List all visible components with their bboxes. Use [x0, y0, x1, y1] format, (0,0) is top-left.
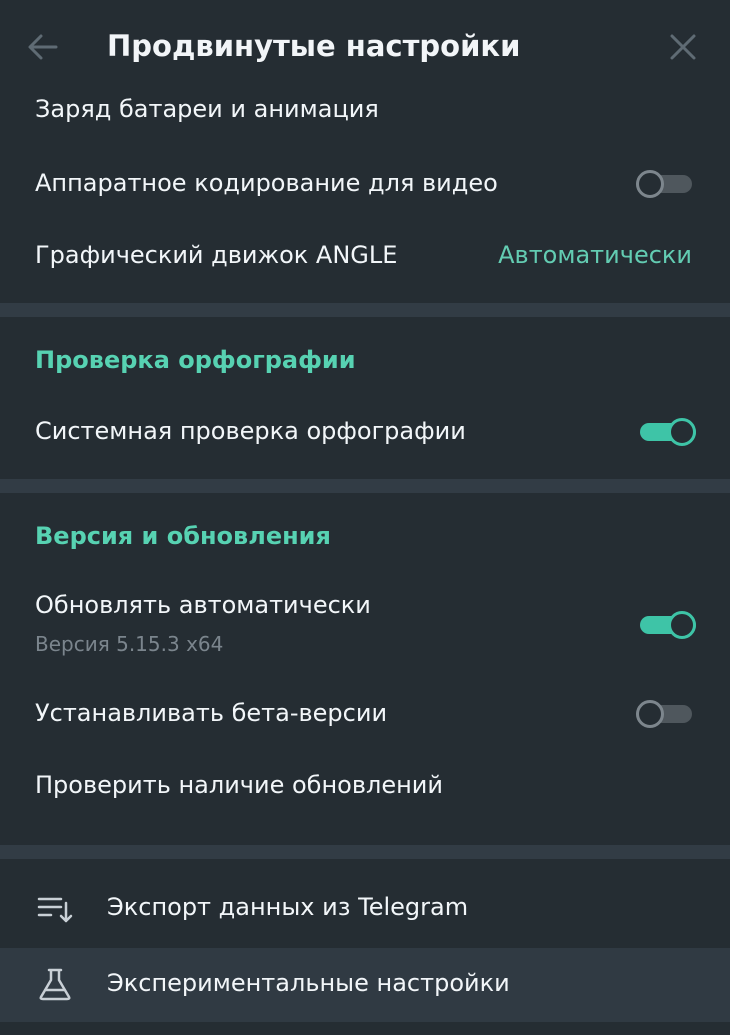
system-spellcheck-toggle[interactable] [640, 418, 696, 446]
hw-encoding-label: Аппаратное кодирование для видео [35, 169, 498, 197]
auto-update-row[interactable]: Обновлять автоматически Версия 5.15.3 x6… [0, 582, 730, 662]
angle-value[interactable]: Автоматически [498, 241, 692, 269]
export-list-icon [37, 897, 73, 923]
auto-update-toggle[interactable] [640, 611, 696, 639]
angle-row[interactable]: Графический движок ANGLE Автоматически [0, 232, 730, 282]
flask-icon [39, 968, 71, 1001]
updates-section-title: Версия и обновления [35, 522, 331, 550]
header: Продвинутые настройки [0, 0, 730, 92]
beta-toggle[interactable] [636, 700, 692, 728]
toggle-knob [668, 611, 696, 639]
spellcheck-section-title: Проверка орфографии [35, 346, 356, 374]
toggle-knob [668, 418, 696, 446]
export-data-label: Экспорт данных из Telegram [107, 893, 469, 921]
section-divider [0, 845, 730, 859]
experimental-settings-label: Экспериментальные настройки [107, 969, 510, 997]
version-text: Версия 5.15.3 x64 [35, 632, 224, 656]
check-updates-row[interactable]: Проверить наличие обновлений [0, 762, 730, 812]
auto-update-label: Обновлять автоматически [35, 591, 371, 619]
arrow-left-icon[interactable] [26, 30, 60, 64]
hw-encoding-toggle[interactable] [636, 170, 692, 198]
angle-label: Графический движок ANGLE [35, 241, 398, 269]
toggle-knob [636, 170, 664, 198]
battery-animation-row[interactable]: Заряд батареи и анимация [0, 92, 730, 138]
check-updates-label: Проверить наличие обновлений [35, 771, 443, 799]
hw-encoding-row[interactable]: Аппаратное кодирование для видео [0, 160, 730, 210]
system-spellcheck-label: Системная проверка орфографии [35, 417, 466, 445]
section-divider [0, 303, 730, 317]
close-icon[interactable] [668, 32, 698, 62]
section-divider [0, 479, 730, 493]
toggle-knob [636, 700, 664, 728]
page-title: Продвинутые настройки [107, 29, 521, 63]
experimental-settings-item[interactable]: Экспериментальные настройки [0, 948, 730, 1022]
battery-animation-label: Заряд батареи и анимация [35, 95, 379, 123]
beta-label: Устанавливать бета-версии [35, 699, 388, 727]
export-data-item[interactable]: Экспорт данных из Telegram [0, 872, 730, 946]
beta-row[interactable]: Устанавливать бета-версии [0, 690, 730, 740]
system-spellcheck-row[interactable]: Системная проверка орфографии [0, 408, 730, 458]
